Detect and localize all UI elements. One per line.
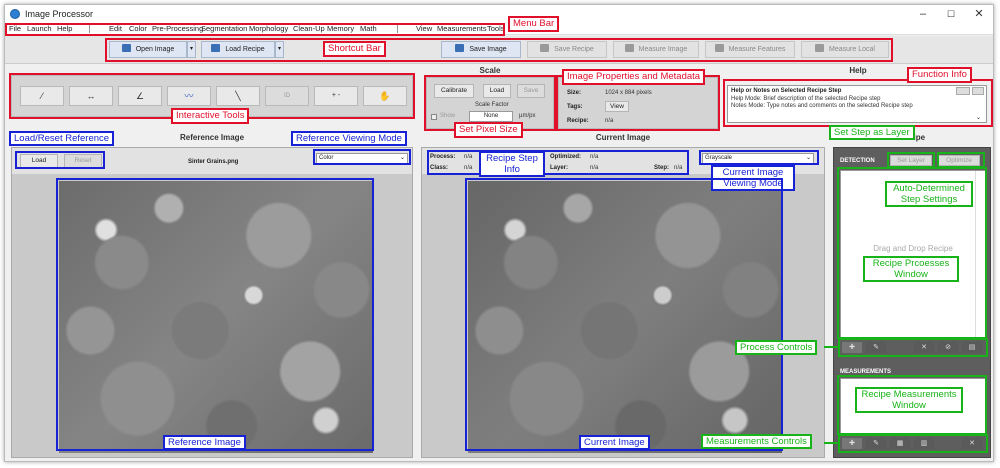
callout-set-step-layer: Set Step as Layer [829,125,915,140]
callout-process-controls: Process Controls [735,340,818,355]
close-button[interactable]: ✕ [965,7,993,21]
app-icon [10,9,20,19]
callout-interactive-tools: Interactive Tools [171,108,250,124]
callout-measurements-controls: Measurements Controls [701,434,812,449]
ref-mode-highlight [313,149,411,165]
callout-recipe-measurements: Recipe Measurements Window [855,387,963,413]
callout-reference-image: Reference Image [163,435,246,450]
shortcut-bar-highlight [105,38,893,62]
title-bar: Image Processor – ☐ ✕ [5,5,993,23]
measurements-controls-pointer [824,442,838,444]
step-info-highlight [427,150,689,175]
load-reset-highlight [15,151,105,169]
measurements-controls-highlight [838,434,988,453]
scale-title: Scale [479,66,501,75]
optimize-highlight [937,152,985,168]
process-controls-highlight [838,338,988,357]
maximize-button[interactable]: ☐ [937,7,965,21]
callout-function-info: Function Info [907,67,972,83]
detection-header: DETECTION [840,158,875,164]
callout-recipe-step-info: Recipe Step Info [479,151,545,177]
menu-bar-highlight [5,23,505,36]
callout-reference-viewing-mode: Reference Viewing Mode [291,131,407,146]
process-controls-pointer [824,346,838,348]
reference-image-highlight [56,178,374,451]
callout-image-properties: Image Properties and Metadata [562,69,706,85]
window-title: Image Processor [25,9,94,19]
callout-recipe-processes: Recipe Prcoesses Window [863,256,959,282]
callout-set-pixel-size: Set Pixel Size [454,122,523,138]
recipe-processes-highlight [837,167,987,339]
app-window: Image Processor – ☐ ✕ File Launch Help E… [4,4,994,462]
callout-load-reset-reference: Load/Reset Reference [9,131,115,146]
current-image-highlight [465,178,783,451]
current-mode-highlight [699,150,819,165]
help-highlight [723,79,993,127]
set-layer-highlight [887,152,935,168]
callout-menu-bar: Menu Bar [508,16,560,32]
callout-shortcut-bar: Shortcut Bar [323,41,386,57]
reference-filename: Sinter Grains.png [188,159,239,165]
callout-current-image: Current Image [579,435,650,450]
minimize-button[interactable]: – [909,7,937,21]
